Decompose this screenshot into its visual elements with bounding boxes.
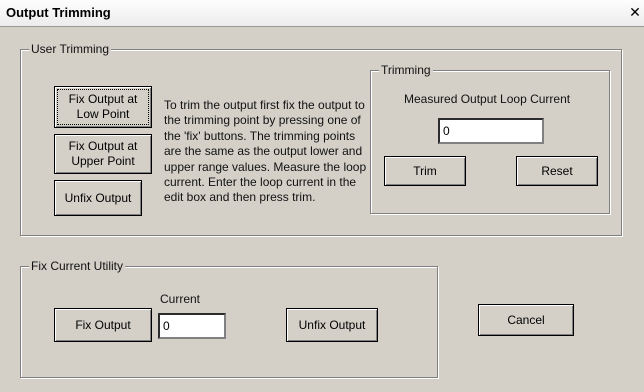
fix-output-upper-button[interactable]: Fix Output at Upper Point <box>54 134 152 174</box>
fix-current-legend: Fix Current Utility <box>29 259 126 273</box>
unfix-output-button-2[interactable]: Unfix Output <box>286 308 378 342</box>
fix-output-button[interactable]: Fix Output <box>54 308 152 342</box>
dialog-body: User Trimming Fix Output at Low Point Fi… <box>6 30 638 390</box>
cancel-button[interactable]: Cancel <box>478 304 574 336</box>
current-input[interactable] <box>158 313 226 339</box>
reset-button[interactable]: Reset <box>516 156 598 186</box>
title-bar: Output Trimming ✕ <box>0 0 644 27</box>
measured-current-label: Measured Output Loop Current <box>404 92 571 106</box>
trimming-legend: Trimming <box>379 63 433 77</box>
fix-output-low-button[interactable]: Fix Output at Low Point <box>54 86 152 128</box>
window-title: Output Trimming <box>6 5 111 20</box>
current-label: Current <box>160 292 201 306</box>
unfix-output-button[interactable]: Unfix Output <box>54 180 142 216</box>
measured-current-input[interactable] <box>438 118 544 144</box>
instructions-text: To trim the output first fix the output … <box>164 98 367 205</box>
user-trimming-legend: User Trimming <box>29 42 112 56</box>
close-icon[interactable]: ✕ <box>628 6 642 20</box>
trim-button[interactable]: Trim <box>384 156 466 186</box>
